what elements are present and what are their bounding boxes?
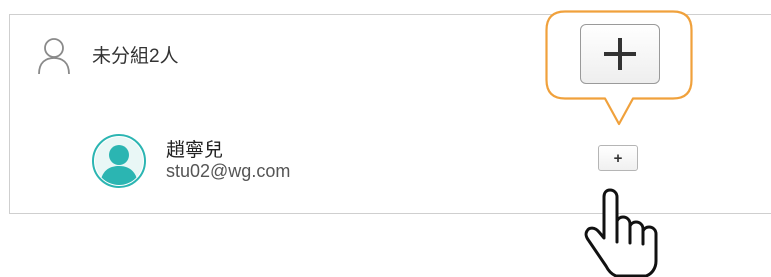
plus-icon: + <box>613 149 623 167</box>
plus-icon <box>604 38 636 70</box>
user-avatar-icon <box>92 134 146 188</box>
zoomed-add-button <box>580 24 660 84</box>
member-info: 趙寧兒 stu02@wg.com <box>166 140 290 182</box>
group-header: 未分組2人 <box>36 36 179 76</box>
add-member-button[interactable]: + <box>598 145 638 171</box>
pointing-hand-cursor-icon <box>584 188 658 277</box>
member-email: stu02@wg.com <box>166 161 291 181</box>
group-label: 未分組2人 <box>92 45 179 67</box>
list-item: 趙寧兒 stu02@wg.com <box>92 134 290 188</box>
person-outline-icon <box>36 36 72 76</box>
member-name: 趙寧兒 <box>166 140 224 161</box>
